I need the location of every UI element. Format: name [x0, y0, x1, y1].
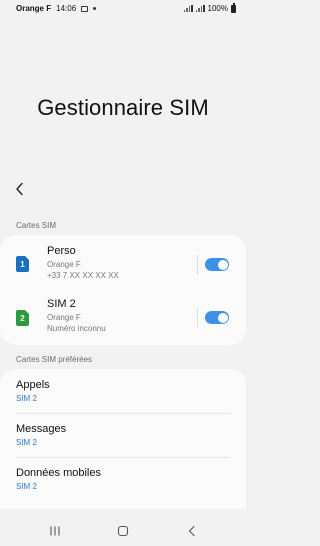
navigation-bar — [0, 516, 246, 546]
battery-icon — [231, 3, 236, 13]
nav-back-button[interactable] — [184, 524, 200, 538]
carrier-label: Orange F — [16, 4, 52, 13]
signal-icon — [183, 5, 193, 12]
pref-calls-value: SIM 2 — [16, 394, 37, 403]
chevron-left-icon — [16, 182, 23, 196]
page-title: Gestionnaire SIM — [37, 95, 209, 120]
back-icon — [188, 525, 195, 537]
preferred-sim-list: Appels SIM 2 Messages SIM 2 Données mobi… — [0, 369, 246, 509]
pref-messages-row[interactable]: Messages SIM 2 — [0, 413, 246, 457]
home-icon — [117, 525, 129, 537]
battery-percent: 100% — [207, 4, 228, 13]
section-label-sim-cards: Cartes SIM — [16, 221, 57, 230]
sim-1-icon: 1 — [16, 256, 29, 272]
sim-card-row-2[interactable]: 2 SIM 2 Orange F Numéro inconnu — [0, 296, 246, 340]
sim-2-icon: 2 — [16, 310, 29, 326]
recent-apps-icon — [50, 526, 60, 536]
sim-2-operator: Orange F — [47, 313, 81, 322]
pref-calls-title: Appels — [16, 379, 50, 391]
sim-1-toggle[interactable] — [205, 258, 229, 271]
divider — [197, 255, 198, 274]
home-button[interactable] — [115, 524, 131, 538]
sim-1-name: Perso — [47, 245, 76, 257]
sim-2-toggle[interactable] — [205, 311, 229, 324]
back-button[interactable] — [8, 176, 32, 202]
signal-icon — [195, 5, 205, 12]
sim-1-operator: Orange F — [47, 260, 81, 269]
sim-cards-list: 1 Perso Orange F +33 7 XX XX XX XX 2 SIM… — [0, 235, 246, 345]
pref-calls-row[interactable]: Appels SIM 2 — [0, 369, 246, 413]
pref-mobile-data-title: Données mobiles — [16, 467, 101, 479]
sim-1-number: +33 7 XX XX XX XX — [47, 271, 119, 280]
sim-card-row-1[interactable]: 1 Perso Orange F +33 7 XX XX XX XX — [0, 243, 246, 287]
pref-mobile-data-row[interactable]: Données mobiles SIM 2 — [0, 457, 246, 501]
sim-2-number: Numéro inconnu — [47, 324, 106, 333]
clock: 14:06 — [56, 4, 77, 13]
pref-messages-value: SIM 2 — [16, 438, 37, 447]
recent-apps-button[interactable] — [47, 524, 63, 538]
pref-messages-title: Messages — [16, 423, 67, 435]
dot-icon — [93, 7, 97, 10]
section-label-preferred-sim: Cartes SIM préférées — [16, 355, 93, 364]
sim-2-name: SIM 2 — [47, 298, 76, 310]
gallery-icon — [81, 5, 89, 12]
divider — [197, 308, 198, 327]
pref-mobile-data-value: SIM 2 — [16, 482, 37, 491]
status-bar: Orange F 14:06 100% — [0, 0, 246, 18]
